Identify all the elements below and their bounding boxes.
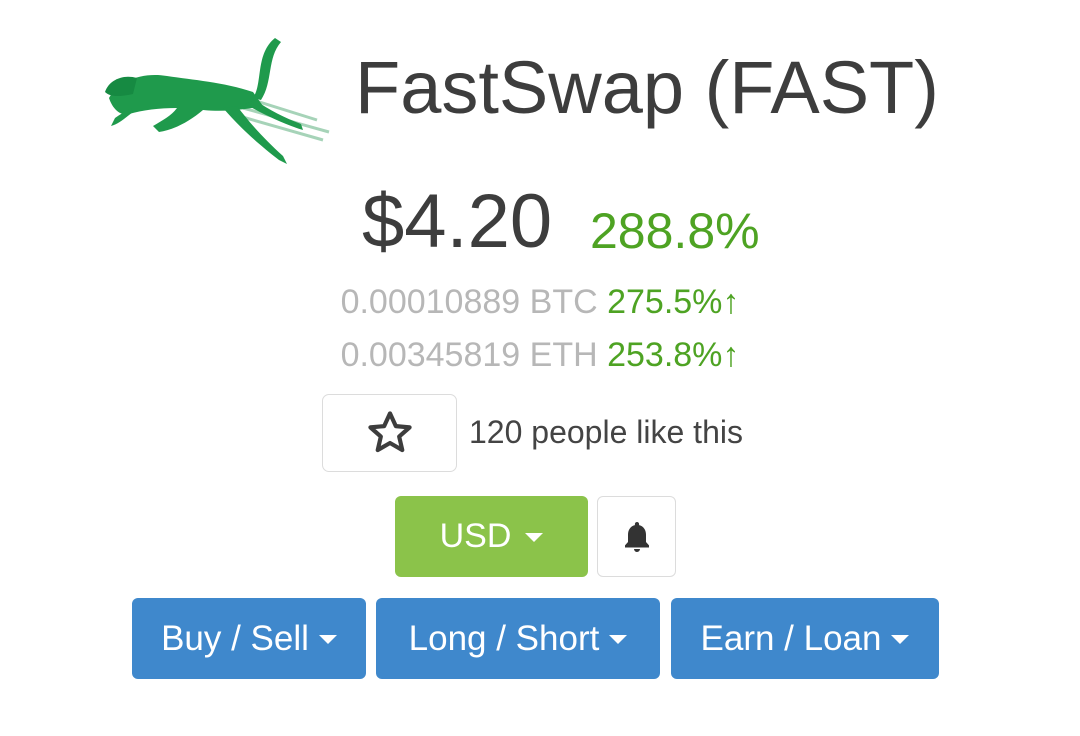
long-short-label: Long / Short bbox=[408, 618, 600, 658]
eth-price-change: 253.8% bbox=[607, 336, 723, 374]
caret-down-icon bbox=[525, 533, 544, 542]
cheetah-logo-icon bbox=[105, 38, 330, 164]
earn-loan-button[interactable]: Earn / Loan bbox=[671, 598, 939, 679]
buy-sell-button[interactable]: Buy / Sell bbox=[132, 598, 366, 679]
up-arrow-icon: ↑ bbox=[722, 283, 740, 321]
currency-select-button[interactable]: USD bbox=[395, 496, 588, 577]
caret-down-icon bbox=[891, 635, 910, 644]
favorite-star-button[interactable] bbox=[322, 394, 457, 472]
bell-icon bbox=[624, 521, 649, 552]
btc-price-change: 275.5% bbox=[607, 283, 723, 321]
up-arrow-icon: ↑ bbox=[722, 336, 740, 374]
usd-price-change: 288.8% bbox=[590, 203, 760, 259]
btc-price: 0.00010889 BTC bbox=[340, 283, 598, 321]
price-row: $4.20 288.8% bbox=[0, 178, 1080, 268]
caret-down-icon bbox=[318, 635, 337, 644]
price-alert-button[interactable] bbox=[597, 496, 676, 577]
eth-price-row: 0.00345819 ETH 253.8%↑ bbox=[0, 333, 1080, 377]
eth-price: 0.00345819 ETH bbox=[340, 336, 598, 374]
currency-label: USD bbox=[439, 517, 512, 555]
buy-sell-label: Buy / Sell bbox=[161, 618, 309, 658]
likes-count: 120 people like this bbox=[469, 414, 743, 450]
earn-loan-label: Earn / Loan bbox=[700, 618, 882, 658]
long-short-button[interactable]: Long / Short bbox=[376, 598, 660, 679]
btc-price-row: 0.00010889 BTC 275.5%↑ bbox=[0, 280, 1080, 324]
usd-price: $4.20 bbox=[362, 179, 553, 264]
coin-logo bbox=[103, 34, 335, 168]
coin-title: FastSwap (FAST) bbox=[355, 46, 939, 129]
star-icon bbox=[367, 411, 412, 453]
caret-down-icon bbox=[609, 635, 628, 644]
